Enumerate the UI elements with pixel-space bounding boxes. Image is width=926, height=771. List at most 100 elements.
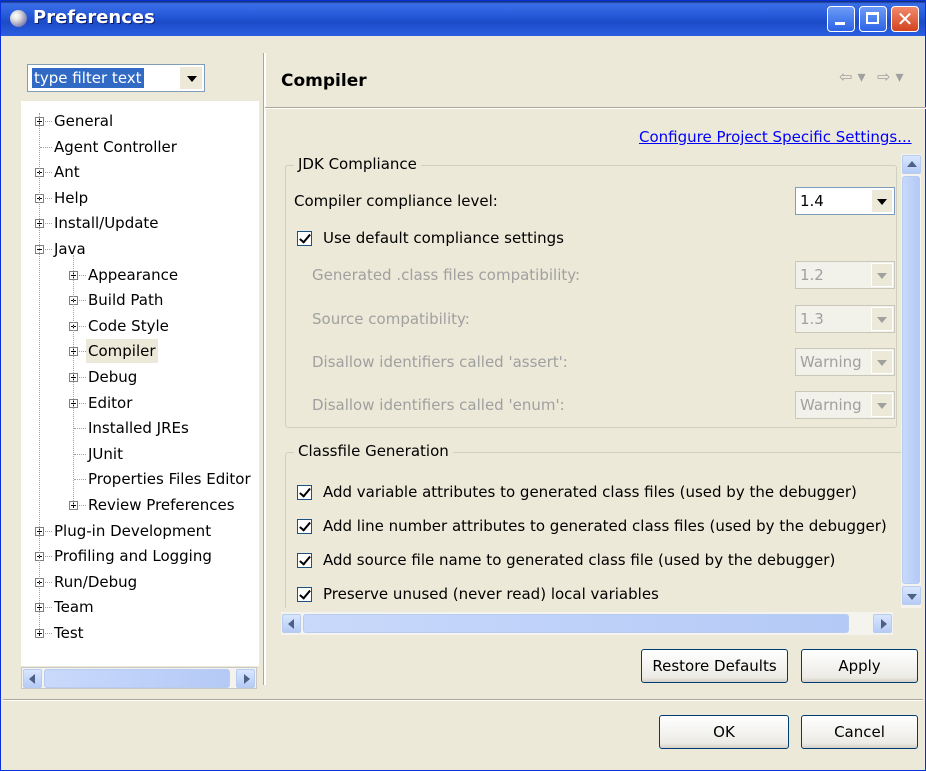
classfile-option-checkbox[interactable] <box>297 485 312 500</box>
combo-value: 1.4 <box>800 192 824 210</box>
tree-item[interactable]: Compiler <box>21 339 259 363</box>
source-compat-label: Source compatibility: <box>312 310 470 328</box>
chevron-down-icon[interactable] <box>871 350 893 374</box>
generated-class-compat-label: Generated .class files compatibility: <box>312 266 581 284</box>
combo-value: Warning <box>800 353 862 371</box>
tree-item[interactable]: Test <box>21 621 259 645</box>
group-title: JDK Compliance <box>294 155 421 173</box>
tree-item[interactable]: Editor <box>21 391 259 415</box>
settings-horizontal-scrollbar[interactable] <box>281 612 893 635</box>
tree-item[interactable]: Install/Update <box>21 211 259 235</box>
tree-item[interactable]: Run/Debug <box>21 570 259 594</box>
tree-item[interactable]: Appearance <box>21 263 259 287</box>
sash[interactable] <box>263 53 266 685</box>
tree-item[interactable]: Java <box>21 237 259 261</box>
ok-button[interactable]: OK <box>659 715 789 749</box>
chevron-down-icon[interactable] <box>871 189 893 213</box>
tree-connector <box>74 454 86 456</box>
scroll-up-icon[interactable] <box>902 155 921 174</box>
chevron-down-icon[interactable] <box>871 307 893 331</box>
footer-separator <box>3 699 923 701</box>
tree-item[interactable]: Build Path <box>21 288 259 312</box>
enum-identifier-label: Disallow identifiers called 'enum': <box>312 396 565 414</box>
compliance-level-combo[interactable]: 1.4 <box>795 187 895 215</box>
cancel-button[interactable]: Cancel <box>801 715 918 749</box>
enum-identifier-combo[interactable]: Warning <box>795 391 895 419</box>
tree-item-label: Build Path <box>88 291 164 309</box>
tree-item-label: Ant <box>54 163 80 181</box>
tree-item[interactable]: Ant <box>21 160 259 184</box>
group-title: Classfile Generation <box>294 442 453 460</box>
combo-value: 1.2 <box>800 266 824 284</box>
project-specific-settings-link[interactable]: Configure Project Specific Settings... <box>639 128 912 146</box>
forward-icon[interactable]: ⇨ ▾ <box>877 67 904 86</box>
tree-item[interactable]: Properties Files Editor <box>21 467 259 491</box>
tree-item-label: Run/Debug <box>54 573 138 591</box>
preference-tree[interactable]: General Agent Controller Ant Help Install/Up… <box>21 101 259 666</box>
minimize-button[interactable] <box>827 6 855 32</box>
generated-class-compat-combo[interactable]: 1.2 <box>795 261 895 289</box>
tree-item-label: Compiler <box>86 339 158 363</box>
scroll-right-icon[interactable] <box>236 669 255 688</box>
filter-dropdown-button[interactable] <box>179 66 203 90</box>
header-separator <box>265 107 926 109</box>
tree-item-label: Plug-in Development <box>54 522 212 540</box>
tree-item[interactable]: Profiling and Logging <box>21 544 259 568</box>
scroll-left-icon[interactable] <box>23 669 42 688</box>
jdk-compliance-group: JDK Compliance Compiler compliance level… <box>285 155 897 428</box>
scroll-down-icon[interactable] <box>902 586 921 605</box>
classfile-option-checkbox[interactable] <box>297 519 312 534</box>
tree-item-label: Code Style <box>88 317 169 335</box>
assert-identifier-combo[interactable]: Warning <box>795 348 895 376</box>
classfile-option-label: Preserve unused (never read) local varia… <box>323 585 659 603</box>
compliance-level-label: Compiler compliance level: <box>294 192 498 210</box>
tree-item[interactable]: Plug-in Development <box>21 519 259 543</box>
title-bar[interactable]: Preferences ✕ <box>1 1 925 36</box>
tree-item[interactable]: JUnit <box>21 442 259 466</box>
back-icon[interactable]: ⇦ ▾ <box>839 67 866 86</box>
maximize-button[interactable] <box>859 6 887 32</box>
scroll-right-icon[interactable] <box>873 614 892 633</box>
tree-connector <box>74 479 86 481</box>
tree-item-label: Help <box>54 189 89 207</box>
tree-item[interactable]: Help <box>21 186 259 210</box>
scroll-left-icon[interactable] <box>282 614 301 633</box>
tree-item[interactable]: Review Preferences <box>21 493 259 517</box>
classfile-option-label: Add variable attributes to generated cla… <box>323 483 857 501</box>
filter-combo[interactable]: type filter text <box>27 64 205 92</box>
tree-item[interactable]: Installed JREs <box>21 416 259 440</box>
settings-vertical-scrollbar[interactable] <box>901 154 921 608</box>
tree-item-label: JUnit <box>88 445 123 463</box>
restore-defaults-button[interactable]: Restore Defaults <box>641 649 788 683</box>
classfile-option-checkbox[interactable] <box>297 553 312 568</box>
tree-item-label: Install/Update <box>54 214 159 232</box>
preferences-window: Preferences ✕ type filter text General Ag… <box>0 0 926 771</box>
minimize-icon <box>835 22 845 25</box>
tree-item[interactable]: Code Style <box>21 314 259 338</box>
maximize-icon <box>866 12 879 24</box>
compiler-settings-area: JDK Compliance Compiler compliance level… <box>279 154 919 608</box>
tree-item[interactable]: Agent Controller <box>21 135 259 159</box>
tree-guide <box>73 255 75 505</box>
chevron-down-icon[interactable] <box>871 393 893 417</box>
classfile-option-label: Add source file name to generated class … <box>323 551 836 569</box>
tree-item-label: Review Preferences <box>88 496 235 514</box>
tree-item-label: Java <box>54 240 86 258</box>
tree-item[interactable]: General <box>21 109 259 133</box>
apply-button[interactable]: Apply <box>801 649 918 683</box>
scroll-thumb[interactable] <box>303 614 849 633</box>
source-compat-combo[interactable]: 1.3 <box>795 305 895 333</box>
scroll-thumb[interactable] <box>902 176 920 584</box>
tree-item-label: Installed JREs <box>88 419 189 437</box>
tree-item[interactable]: Debug <box>21 365 259 389</box>
use-default-compliance-checkbox[interactable] <box>297 231 312 246</box>
chevron-down-icon[interactable] <box>871 263 893 287</box>
classfile-option-checkbox[interactable] <box>297 587 312 602</box>
filter-input[interactable]: type filter text <box>32 68 144 88</box>
close-button[interactable]: ✕ <box>891 6 919 32</box>
window-title: Preferences <box>33 7 155 28</box>
scroll-thumb[interactable] <box>44 669 230 688</box>
tree-item-label: Debug <box>88 368 138 386</box>
tree-horizontal-scrollbar[interactable] <box>21 667 257 689</box>
tree-item[interactable]: Team <box>21 595 259 619</box>
